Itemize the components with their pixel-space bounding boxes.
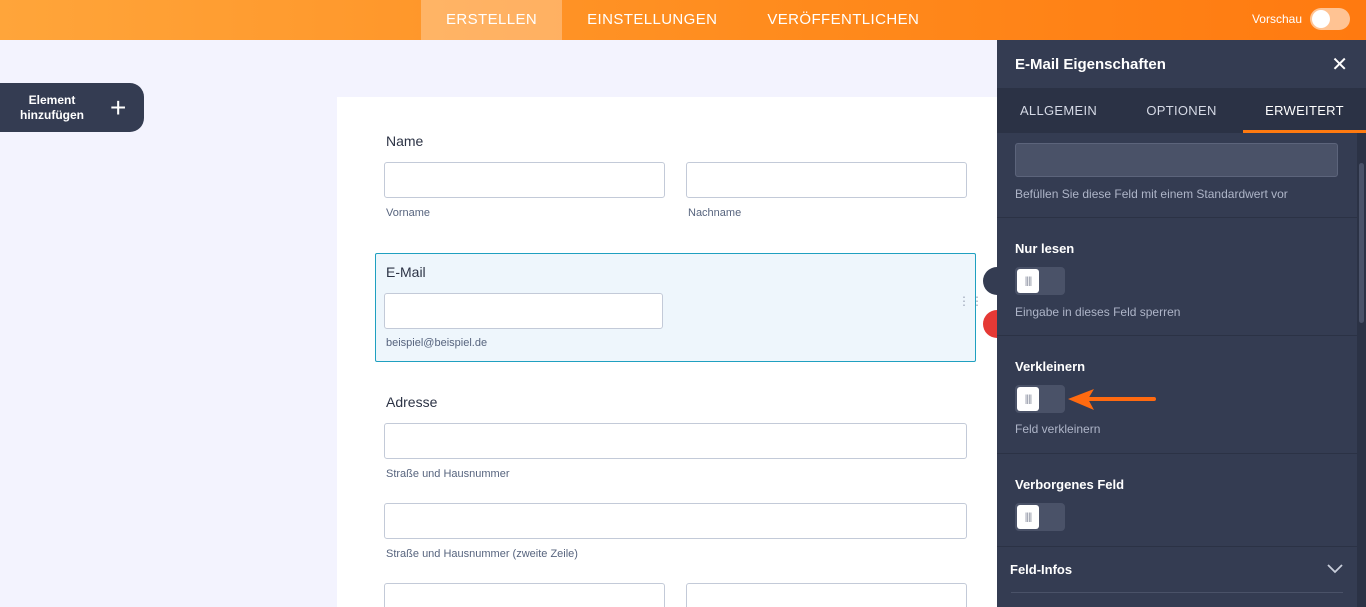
- drag-handle-icon[interactable]: ⋮⋮: [958, 295, 984, 307]
- tab-optionen[interactable]: OPTIONEN: [1120, 88, 1243, 133]
- add-element-button[interactable]: Element hinzufügen +: [0, 83, 144, 132]
- chevron-down-icon: [1327, 564, 1343, 574]
- state-input[interactable]: [686, 583, 967, 607]
- annotation-arrow-icon: [1068, 389, 1156, 410]
- first-name-sublabel: Vorname: [386, 207, 431, 219]
- email-field-selected[interactable]: E-Mail beispiel@beispiel.de ⋮⋮: [375, 253, 983, 362]
- street-line2-sublabel: Straße und Hausnummer (zweite Zeile): [386, 548, 578, 560]
- tab-allgemein[interactable]: ALLGEMEIN: [997, 88, 1120, 133]
- field-info-section[interactable]: Feld-Infos: [997, 546, 1357, 592]
- preview-toggle[interactable]: [1310, 8, 1350, 30]
- readonly-hint: Eingabe in dieses Feld sperren: [1015, 305, 1181, 319]
- divider: [997, 453, 1357, 454]
- divider: [1011, 592, 1343, 593]
- last-name-input[interactable]: [686, 162, 967, 198]
- panel-scrollbar[interactable]: [1357, 133, 1366, 607]
- add-element-label: Element hinzufügen: [20, 92, 84, 122]
- shrink-toggle[interactable]: ||||: [1015, 385, 1065, 413]
- street-sublabel: Straße und Hausnummer: [386, 468, 510, 480]
- readonly-toggle[interactable]: ||||: [1015, 267, 1065, 295]
- shrink-hint: Feld verkleinern: [1015, 422, 1101, 436]
- field-info-title: Feld-Infos: [1010, 561, 1073, 577]
- main-tabs: ERSTELLEN EINSTELLUNGEN VERÖFFENTLICHEN: [421, 0, 944, 40]
- toggle-knob-icon: ||||: [1017, 269, 1039, 293]
- first-name-input[interactable]: [384, 162, 665, 198]
- preview-label: Vorschau: [1251, 12, 1302, 26]
- email-label: E-Mail: [386, 264, 426, 280]
- tab-veroeffentlichen[interactable]: VERÖFFENTLICHEN: [742, 0, 944, 40]
- preview-control: Vorschau: [1252, 8, 1350, 30]
- panel-title: E-Mail Eigenschaften: [1015, 55, 1166, 73]
- top-bar: ERSTELLEN EINSTELLUNGEN VERÖFFENTLICHEN …: [0, 0, 1366, 40]
- shrink-title: Verkleinern: [1015, 359, 1086, 374]
- divider: [997, 217, 1357, 218]
- default-value-hint: Befüllen Sie diese Feld mit einem Standa…: [1015, 187, 1288, 201]
- plus-icon: +: [110, 91, 127, 123]
- city-input[interactable]: [384, 583, 665, 607]
- address-label: Adresse: [386, 394, 438, 410]
- email-sublabel: beispiel@beispiel.de: [386, 337, 488, 349]
- divider: [997, 335, 1357, 336]
- hidden-field-title: Verborgenes Feld: [1015, 477, 1125, 492]
- tab-einstellungen[interactable]: EINSTELLUNGEN: [562, 0, 742, 40]
- preview-toggle-knob: [1312, 10, 1330, 28]
- properties-panel: E-Mail Eigenschaften ✕ ALLGEMEIN OPTIONE…: [997, 40, 1366, 607]
- panel-header: E-Mail Eigenschaften ✕: [997, 40, 1366, 88]
- toggle-knob-icon: ||||: [1017, 387, 1039, 411]
- readonly-title: Nur lesen: [1015, 241, 1075, 256]
- tab-erstellen[interactable]: ERSTELLEN: [421, 0, 563, 40]
- toggle-knob-icon: ||||: [1017, 505, 1039, 529]
- tab-erweitert[interactable]: ERWEITERT: [1243, 88, 1366, 133]
- street-line2-input[interactable]: [384, 503, 967, 539]
- email-input[interactable]: [384, 293, 663, 329]
- default-value-input[interactable]: [1015, 143, 1338, 177]
- name-label: Name: [386, 133, 424, 149]
- form-canvas: Name Vorname Nachname E-Mail beispiel@be…: [337, 97, 997, 607]
- panel-tabs: ALLGEMEIN OPTIONEN ERWEITERT: [997, 88, 1366, 133]
- street-input[interactable]: [384, 423, 967, 459]
- hidden-field-toggle[interactable]: ||||: [1015, 503, 1065, 531]
- scrollbar-thumb[interactable]: [1359, 163, 1364, 323]
- last-name-sublabel: Nachname: [688, 207, 742, 219]
- close-icon[interactable]: ✕: [1331, 52, 1348, 77]
